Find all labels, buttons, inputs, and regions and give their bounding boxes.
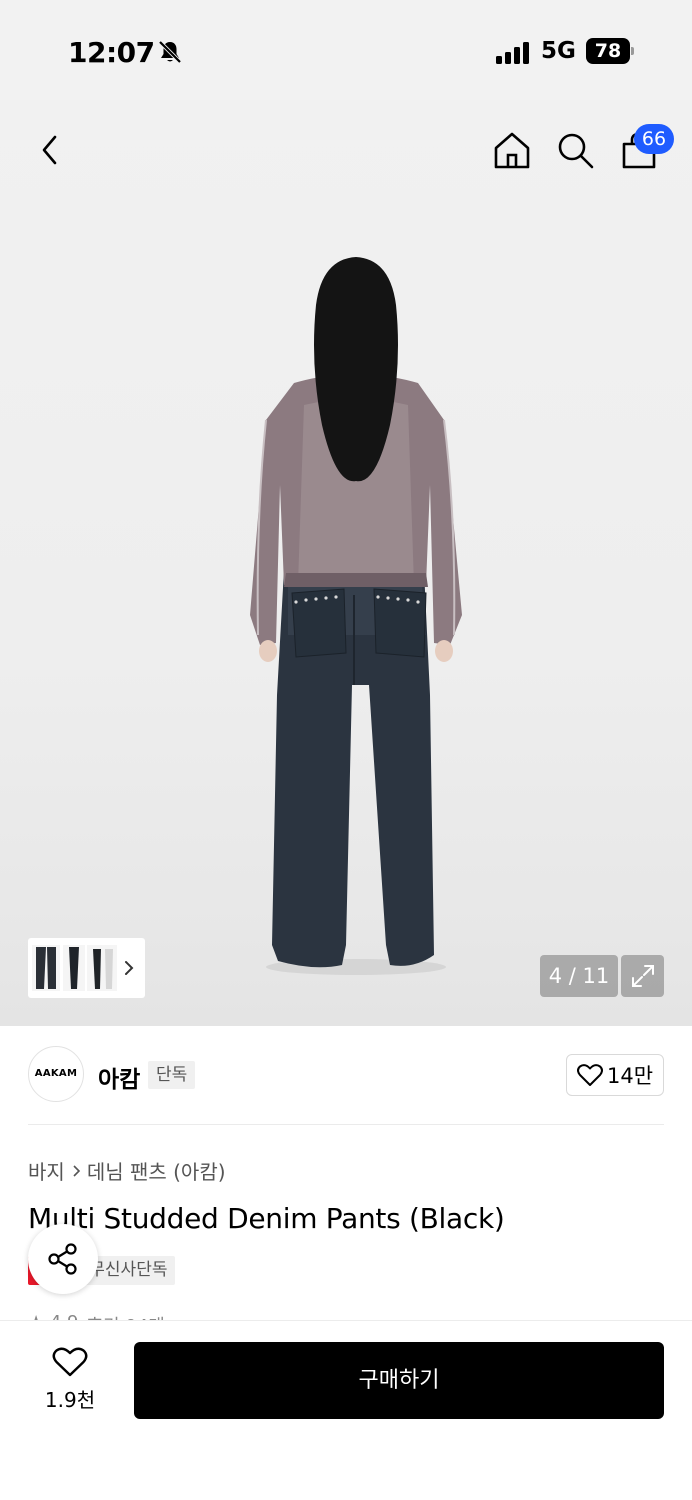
thumbnail-strip[interactable]: [28, 938, 145, 998]
signal-icon: [496, 42, 529, 64]
exclusive-tag: 단독: [148, 1061, 196, 1089]
chevron-right-icon: [73, 1164, 80, 1177]
product-image[interactable]: 4 / 11: [0, 100, 692, 1026]
expand-icon: [631, 965, 654, 987]
heart-icon: [52, 1347, 88, 1377]
wishlist-count: 1.9천: [44, 1388, 96, 1412]
network-type: 5G: [541, 38, 576, 64]
breadcrumb-subcategory[interactable]: 데님 팬츠 (아캄): [87, 1156, 226, 1185]
share-button[interactable]: [28, 1224, 98, 1294]
wishlist-button[interactable]: 1.9천: [34, 1344, 106, 1414]
status-time: 12:07: [68, 36, 155, 69]
section-divider: [28, 1124, 664, 1125]
brand-like-button[interactable]: 14만: [566, 1054, 664, 1096]
chevron-right-icon[interactable]: [122, 956, 136, 980]
home-icon: [494, 132, 530, 169]
thumbnail-3[interactable]: [87, 945, 117, 991]
back-button[interactable]: [28, 128, 72, 172]
breadcrumb-category[interactable]: 바지: [28, 1156, 65, 1185]
thumbnail-1[interactable]: [32, 945, 60, 991]
model-photo: [250, 257, 462, 975]
share-icon: [48, 1243, 77, 1275]
heart-icon: [576, 1064, 603, 1086]
battery-level: 78: [594, 40, 622, 62]
breadcrumb: 바지 데님 팬츠 (아캄): [28, 1156, 226, 1185]
search-icon: [558, 133, 594, 169]
cart-count-badge: 66: [634, 124, 674, 154]
back-icon: [42, 135, 57, 165]
brand-logo[interactable]: AAKAM: [28, 1046, 84, 1102]
thumbnail-2[interactable]: [63, 945, 85, 991]
search-button[interactable]: [553, 128, 597, 172]
image-counter: 4 / 11: [540, 955, 618, 997]
product-title: Multi Studded Denim Pants (Black): [28, 1202, 505, 1235]
buy-button[interactable]: 구매하기: [134, 1342, 664, 1419]
home-button[interactable]: [490, 128, 534, 172]
bell-slash-icon: [158, 40, 182, 64]
expand-button[interactable]: [621, 955, 664, 997]
status-bar: 12:07 5G 78: [0, 0, 692, 100]
brand-like-count: 14만: [606, 1064, 654, 1088]
brand-name[interactable]: 아캄: [98, 1060, 140, 1094]
rating-summary[interactable]: ★ 4.9 후기 94개: [28, 1312, 165, 1320]
rating-score: ★ 4.9: [28, 1312, 78, 1320]
review-count: 후기 94개: [86, 1312, 164, 1320]
battery-icon: 78: [586, 38, 634, 64]
